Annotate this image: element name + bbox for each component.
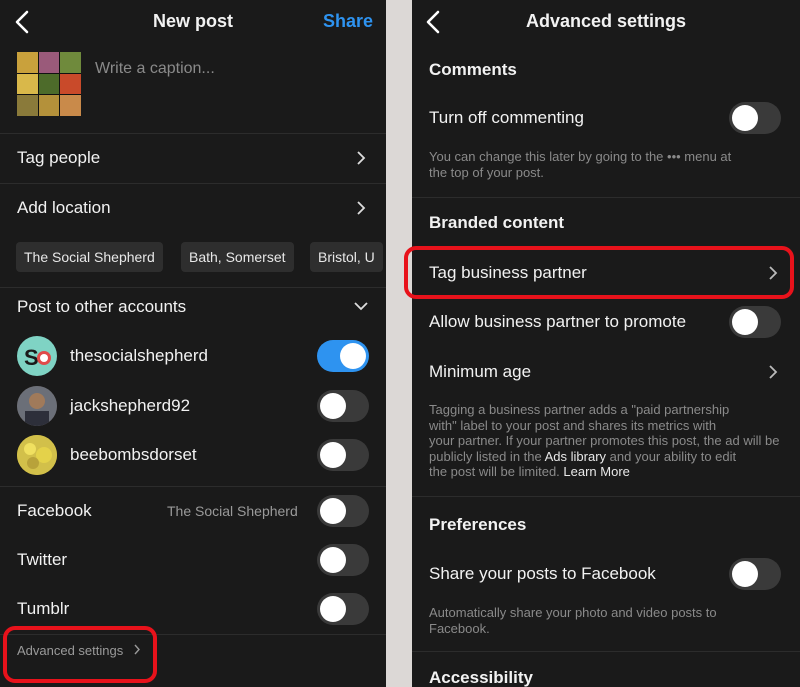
learn-more-link[interactable]: Learn More xyxy=(563,464,629,479)
divider xyxy=(412,651,800,652)
twitter-toggle[interactable] xyxy=(317,544,369,576)
helper-line: Automatically share your photo and video… xyxy=(429,605,717,620)
advanced-settings-screen: Advanced settings Comments Turn off comm… xyxy=(412,0,800,687)
share-button[interactable]: Share xyxy=(323,11,373,32)
account-toggle[interactable] xyxy=(317,439,369,471)
minimum-age-label: Minimum age xyxy=(429,362,532,381)
allow-partner-promote-toggle[interactable] xyxy=(729,306,781,338)
location-chip[interactable]: The Social Shepherd xyxy=(16,242,163,272)
highlight-box xyxy=(3,626,157,683)
share-to-facebook-toggle[interactable] xyxy=(729,558,781,590)
branded-helper-text: Tagging a business partner adds a "paid … xyxy=(429,402,795,480)
toggle-knob xyxy=(320,498,346,524)
helper-line: the post will be limited. Learn More xyxy=(429,464,795,480)
caption-input[interactable]: Write a caption... xyxy=(95,60,215,78)
divider xyxy=(0,133,386,134)
top-bar: Advanced settings xyxy=(412,0,800,44)
toggle-knob xyxy=(340,343,366,369)
twitter-label: Twitter xyxy=(17,550,68,569)
toggle-knob xyxy=(320,442,346,468)
helper-text: publicly listed in the xyxy=(429,448,545,464)
toggle-knob xyxy=(320,547,346,573)
chevron-down-icon xyxy=(354,302,368,311)
toggle-knob xyxy=(732,561,758,587)
top-bar: New post Share xyxy=(0,0,386,44)
toggle-knob xyxy=(320,596,346,622)
allow-partner-promote-label: Allow business partner to promote xyxy=(429,312,687,331)
tumblr-toggle[interactable] xyxy=(317,593,369,625)
chevron-right-icon xyxy=(769,365,778,379)
helper-line: Tagging a business partner adds a "paid … xyxy=(429,402,730,417)
helper-line: the top of your post. xyxy=(429,165,544,180)
preferences-heading: Preferences xyxy=(429,515,527,534)
helper-line: publicly listed in the Ads library and y… xyxy=(429,449,795,465)
avatar xyxy=(17,386,57,426)
divider xyxy=(412,496,800,497)
helper-line: with" label to your post and shares its … xyxy=(429,417,717,433)
comments-heading: Comments xyxy=(429,60,517,79)
tumblr-label: Tumblr xyxy=(17,599,70,618)
toggle-knob xyxy=(320,393,346,419)
divider xyxy=(0,287,386,288)
account-name: thesocialshepherd xyxy=(70,346,208,365)
ads-library-link[interactable]: Ads library xyxy=(545,449,606,464)
account-name: jackshepherd92 xyxy=(70,396,191,415)
account-toggle[interactable] xyxy=(317,340,369,372)
preferences-helper-text: Automatically share your photo and video… xyxy=(429,605,789,637)
accessibility-heading: Accessibility xyxy=(429,668,533,687)
comments-helper-text: You can change this later by going to th… xyxy=(429,149,789,181)
location-chip[interactable]: Bristol, U xyxy=(310,242,383,272)
facebook-page-name: The Social Shepherd xyxy=(167,503,298,519)
toggle-knob xyxy=(732,105,758,131)
avatar xyxy=(17,435,57,475)
svg-text:S: S xyxy=(24,345,39,370)
account-name: beebombsdorset xyxy=(70,445,197,464)
account-toggle[interactable] xyxy=(317,390,369,422)
facebook-label: Facebook xyxy=(17,501,92,520)
location-chip[interactable]: Bath, Somerset xyxy=(181,242,294,272)
page-title: Advanced settings xyxy=(525,11,687,31)
divider xyxy=(412,197,800,198)
turn-off-commenting-label: Turn off commenting xyxy=(429,108,584,127)
post-thumbnail[interactable] xyxy=(17,52,81,116)
highlight-box xyxy=(404,246,794,299)
chevron-right-icon xyxy=(357,151,366,165)
helper-line: your partner. If your partner promotes t… xyxy=(429,433,780,448)
toggle-knob xyxy=(732,309,758,335)
chevron-right-icon xyxy=(357,201,366,215)
facebook-toggle[interactable] xyxy=(317,495,369,527)
tag-people-label: Tag people xyxy=(17,148,101,167)
share-to-facebook-label: Share your posts to Facebook xyxy=(429,564,656,583)
helper-text: the post will be limited. xyxy=(429,464,564,479)
branded-content-heading: Branded content xyxy=(429,213,565,232)
divider xyxy=(0,486,386,487)
new-post-screen: New post Share Write a caption... Tag pe… xyxy=(0,0,386,687)
helper-line: You can change this later by going to th… xyxy=(429,149,732,164)
helper-text: and your ability to edit xyxy=(606,448,737,464)
avatar: S xyxy=(17,336,57,376)
add-location-label: Add location xyxy=(17,198,111,217)
helper-line: Facebook. xyxy=(429,621,490,636)
post-to-other-accounts-label: Post to other accounts xyxy=(17,297,187,316)
turn-off-commenting-toggle[interactable] xyxy=(729,102,781,134)
divider xyxy=(0,183,386,184)
